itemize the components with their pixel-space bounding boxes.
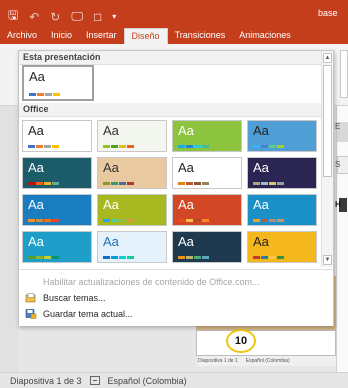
spelling-icon[interactable]: [89, 376, 100, 385]
section-header-current: Esta presentación: [19, 51, 321, 65]
theme-preview-text: Aa: [28, 197, 44, 212]
undo-icon[interactable]: ↶: [29, 10, 39, 24]
slide-count: Diapositiva 1 de 3: [10, 375, 82, 386]
theme-preview-text: Aa: [253, 160, 269, 175]
scroll-up-icon[interactable]: ▲: [323, 53, 332, 63]
section-header-office: Office: [19, 103, 321, 117]
theme-color-swatches: [253, 256, 284, 259]
theme-ion-sala-de-juntas[interactable]: Aa: [247, 120, 317, 152]
theme-color-swatches: [29, 93, 60, 96]
present-icon[interactable]: 🖵: [71, 9, 83, 24]
theme-current[interactable]: Aa: [22, 65, 94, 101]
theme-preview-text: Aa: [29, 69, 45, 84]
theme-color-swatches: [103, 182, 134, 185]
theme-color-swatches: [103, 256, 134, 259]
theme-color-swatches: [178, 256, 209, 259]
tab-diseno[interactable]: Diseño: [123, 28, 168, 44]
theme-circuito[interactable]: Aa: [97, 231, 167, 263]
theme-integral[interactable]: Aa: [172, 120, 242, 152]
tab-archivo[interactable]: Archivo: [0, 28, 44, 44]
theme-preview-text: Aa: [103, 123, 119, 138]
peek-text: H: [335, 200, 341, 209]
save-theme-label: Guardar tema actual...: [43, 309, 133, 319]
theme-color-swatches: [103, 145, 134, 148]
theme-preview-text: Aa: [178, 160, 194, 175]
theme-cita[interactable]: Aa: [97, 194, 167, 226]
peek-text: E: [335, 122, 341, 131]
window-title: base: [318, 8, 338, 18]
theme-retrospectiva[interactable]: Aa: [172, 157, 242, 189]
theme-ion[interactable]: Aa: [22, 157, 92, 189]
theme-preview-text: Aa: [178, 234, 194, 249]
themes-gallery-dropdown: Esta presentación Aa Office Aa Aa Aa Aa Aa Aa…: [18, 50, 334, 326]
theme-color-swatches: [253, 182, 284, 185]
peek-text: S: [335, 160, 341, 169]
theme-preview-text: Aa: [28, 160, 44, 175]
theme-preview-text: Aa: [103, 234, 119, 249]
title-bar: 🖫 ↶ ↻ 🖵 □ ▾ base: [0, 0, 348, 26]
theme-faceta[interactable]: Aa: [97, 120, 167, 152]
language-indicator[interactable]: Español (Colombia): [108, 376, 187, 386]
theme-sector[interactable]: Aa: [247, 157, 317, 189]
redo-icon[interactable]: ↻: [50, 10, 60, 24]
theme-color-swatches: [178, 182, 209, 185]
enable-updates-label: Habilitar actualizaciones de contenido d…: [43, 277, 260, 287]
tab-transiciones[interactable]: Transiciones: [168, 28, 233, 44]
new-icon[interactable]: □: [94, 10, 101, 24]
gallery-menu: Habilitar actualizaciones de contenido d…: [19, 269, 333, 326]
scroll-thumb[interactable]: [323, 65, 332, 177]
theme-preview-text: Aa: [103, 160, 119, 175]
scroll-down-icon[interactable]: ▼: [323, 255, 332, 265]
theme-office-theme[interactable]: Aa: [22, 120, 92, 152]
browse-themes-label: Buscar temas...: [43, 293, 106, 303]
slide-canvas: [336, 106, 348, 372]
theme-color-swatches: [28, 256, 59, 259]
theme-estela[interactable]: Aa: [22, 231, 92, 263]
theme-color-swatches: [253, 219, 284, 222]
save-theme-item[interactable]: Guardar tema actual...: [21, 307, 321, 321]
theme-color-swatches: [28, 219, 59, 222]
theme-segmento[interactable]: Aa: [22, 194, 92, 226]
theme-preview-text: Aa: [253, 197, 269, 212]
theme-preview-text: Aa: [178, 123, 194, 138]
theme-color-swatches: [28, 145, 59, 148]
theme-color-swatches: [178, 145, 209, 148]
theme-preview-text: Aa: [28, 234, 44, 249]
quick-access-toolbar: 🖫 ↶ ↻ 🖵 □ ▾: [8, 6, 116, 27]
theme-berlin[interactable]: Aa: [172, 231, 242, 263]
embedded-screenshot: [196, 330, 336, 356]
gallery-scrollbar[interactable]: ▲ ▼: [321, 51, 333, 267]
browse-themes-item[interactable]: Buscar temas...: [21, 291, 321, 305]
embedded-slide-count: Diapositiva 1 de 1: [198, 358, 238, 364]
theme-color-swatches: [103, 219, 134, 222]
status-bar: Diapositiva 1 de 3 Español (Colombia): [0, 372, 348, 388]
tab-animaciones[interactable]: Animaciones: [232, 28, 298, 44]
theme-preview-text: Aa: [253, 234, 269, 249]
enable-office-updates: Habilitar actualizaciones de contenido d…: [21, 275, 321, 289]
theme-preview-text: Aa: [103, 197, 119, 212]
ribbon-tabs: Archivo Inicio Insertar Diseño Transicio…: [0, 26, 348, 44]
tab-inicio[interactable]: Inicio: [44, 28, 79, 44]
save-icon[interactable]: 🖫: [8, 6, 18, 27]
theme-color-swatches: [178, 219, 209, 222]
customize-icon[interactable]: ▾: [112, 12, 116, 21]
browse-folder-icon: [25, 293, 37, 303]
embedded-status-bar: Diapositiva 1 de 1 Español (Colombia): [198, 356, 336, 366]
theme-preview-text: Aa: [28, 123, 44, 138]
theme-organico[interactable]: Aa: [97, 157, 167, 189]
theme-preview-text: Aa: [253, 123, 269, 138]
theme-color-swatches: [253, 145, 284, 148]
theme-espiral[interactable]: Aa: [247, 194, 317, 226]
variant-gallery[interactable]: [340, 50, 348, 98]
theme-preview-text: Aa: [178, 197, 194, 212]
tab-insertar[interactable]: Insertar: [79, 28, 124, 44]
slide-number-badge: 10: [226, 329, 256, 353]
save-theme-icon: [25, 309, 37, 319]
theme-mirador[interactable]: Aa: [172, 194, 242, 226]
thumbnail-pane: [0, 106, 18, 372]
embedded-language: Español (Colombia): [245, 358, 290, 364]
theme-burbuja[interactable]: Aa: [247, 231, 317, 263]
theme-color-swatches: [28, 182, 59, 185]
